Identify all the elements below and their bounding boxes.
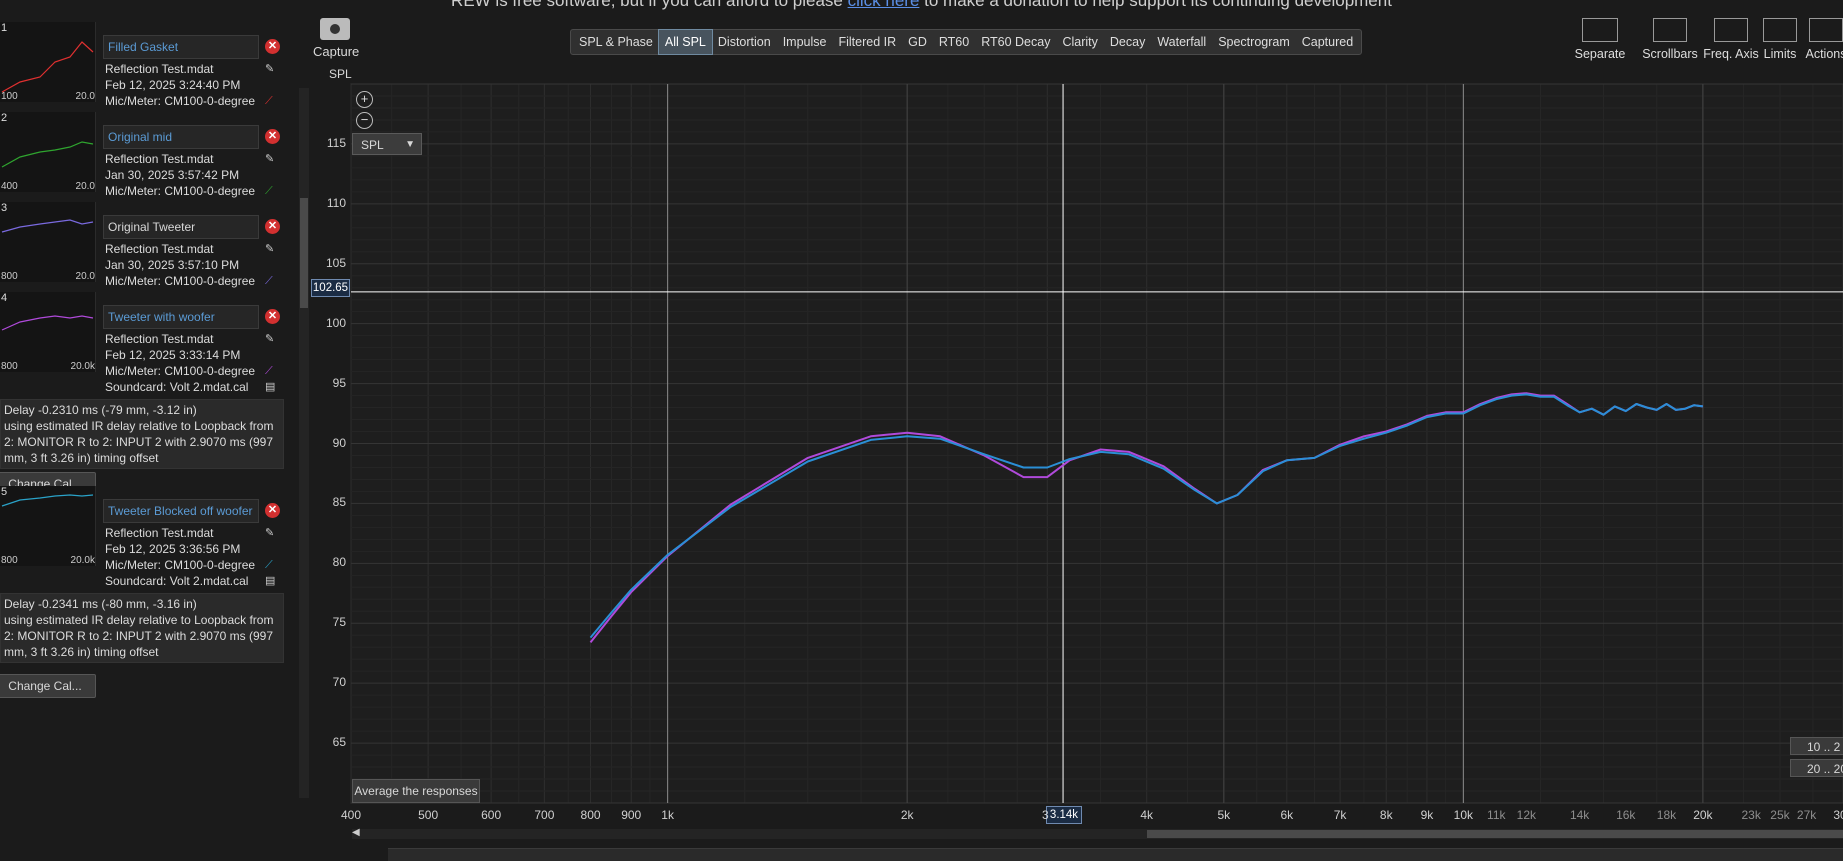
x-tick-label: 14k bbox=[1569, 808, 1590, 822]
zoom-out-icon[interactable]: − bbox=[356, 112, 373, 129]
y-tick-label: 95 bbox=[332, 375, 346, 390]
x-tick-label: 20k bbox=[1693, 808, 1713, 822]
y-tick-label: 70 bbox=[332, 675, 346, 690]
y-tick-label: 100 bbox=[325, 315, 346, 330]
x-tick-label: 5k bbox=[1217, 808, 1231, 822]
x-tick-label: 9k bbox=[1420, 808, 1434, 822]
y-tick-label: 85 bbox=[332, 495, 346, 510]
x-tick-label: 30k bbox=[1833, 808, 1843, 822]
x-tick-label: 27k bbox=[1796, 808, 1817, 822]
x-tick-label: 25k bbox=[1770, 808, 1790, 822]
spl-graph[interactable] bbox=[0, 0, 1843, 857]
y-tick-label: 115 bbox=[326, 135, 346, 150]
x-tick-label: 11k bbox=[1487, 808, 1506, 822]
x-tick-label: 2k bbox=[900, 808, 914, 822]
y-tick-label: 105 bbox=[325, 255, 346, 270]
x-tick-label: 7k bbox=[1333, 808, 1347, 822]
x-tick-label: 8k bbox=[1379, 808, 1393, 822]
x-tick-label: 1k bbox=[661, 808, 674, 822]
graph-scrollbar[interactable]: ◀ bbox=[352, 827, 1843, 839]
x-tick-label: 800 bbox=[580, 808, 601, 822]
graph-scrollbar-thumb[interactable] bbox=[1147, 830, 1843, 838]
x-tick-label: 700 bbox=[534, 808, 555, 822]
y-tick-label: 80 bbox=[332, 555, 346, 570]
y-tick-label: 90 bbox=[332, 435, 346, 450]
zoom-in-icon[interactable]: + bbox=[356, 91, 373, 108]
scroll-left-icon[interactable]: ◀ bbox=[352, 827, 360, 838]
x-tick-label: 600 bbox=[481, 808, 502, 822]
x-tick-label: 900 bbox=[621, 808, 642, 822]
cursor-x-prefix: 3 bbox=[1042, 808, 1049, 822]
y-tick-label: 75 bbox=[332, 615, 346, 630]
x-tick-label: 6k bbox=[1280, 808, 1294, 822]
cursor-y-readout: 102.65 bbox=[311, 279, 350, 297]
y-tick-label: 110 bbox=[326, 195, 346, 210]
x-tick-label: 18k bbox=[1656, 808, 1677, 822]
legend-bar bbox=[388, 848, 1843, 861]
chevron-down-icon: ▼ bbox=[405, 139, 415, 150]
average-responses-button[interactable]: Average the responses bbox=[352, 779, 480, 803]
spl-selector[interactable]: SPL ▼ bbox=[352, 133, 422, 155]
x-tick-label: 500 bbox=[418, 808, 439, 822]
x-tick-label: 23k bbox=[1741, 808, 1761, 822]
cursor-x-readout: 3.14k bbox=[1046, 806, 1082, 824]
range-button-2[interactable]: 20 .. 20 bbox=[1790, 759, 1843, 777]
y-tick-label: 65 bbox=[332, 735, 346, 750]
x-tick-label: 400 bbox=[340, 808, 362, 822]
range-button-1[interactable]: 10 .. 2 bbox=[1790, 737, 1843, 755]
x-tick-label: 4k bbox=[1140, 808, 1154, 822]
x-tick-label: 12k bbox=[1516, 808, 1537, 822]
x-tick-label: 16k bbox=[1616, 808, 1636, 822]
x-tick-label: 10k bbox=[1453, 808, 1474, 822]
